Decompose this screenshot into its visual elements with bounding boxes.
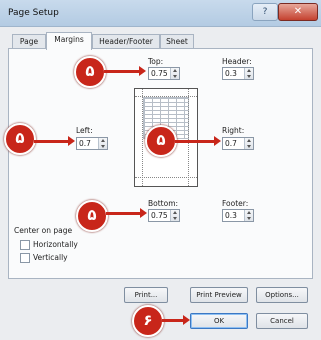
bottom-label: Bottom:: [148, 199, 179, 208]
right-arrow-icon: [175, 136, 221, 146]
dialog-title: Page Setup: [8, 8, 59, 18]
cancel-button[interactable]: Cancel: [256, 313, 308, 329]
tab-header-footer[interactable]: Header/Footer: [92, 34, 160, 49]
bottom-arrow-icon: [106, 208, 147, 218]
footer-margin-value[interactable]: 0.3: [225, 210, 237, 221]
bottom-margin-spinner[interactable]: 0.75: [148, 209, 180, 222]
right-label: Right:: [222, 126, 245, 135]
spinner-arrows-icon[interactable]: [170, 68, 179, 79]
vertically-checkbox[interactable]: [20, 253, 30, 263]
right-margin-value[interactable]: 0.7: [225, 138, 237, 149]
horizontally-label[interactable]: Horizontally: [33, 240, 78, 249]
horizontally-checkbox[interactable]: [20, 240, 30, 250]
top-arrow-icon: [104, 66, 146, 76]
left-margin-spinner[interactable]: 0.7: [76, 137, 108, 150]
step-5-badge-bottom: ۵: [76, 200, 108, 232]
spinner-arrows-icon[interactable]: [244, 68, 253, 79]
bottom-margin-value[interactable]: 0.75: [151, 210, 168, 221]
step-5-badge-left: ۵: [4, 123, 36, 155]
step-6-badge: ۶: [132, 305, 164, 337]
tab-margins[interactable]: Margins: [46, 32, 92, 50]
left-label: Left:: [76, 126, 93, 135]
header-margin-spinner[interactable]: 0.3: [222, 67, 254, 80]
ok-arrow-icon: [162, 315, 190, 325]
top-label: Top:: [148, 57, 164, 66]
spinner-arrows-icon[interactable]: [244, 210, 253, 221]
left-arrow-icon: [34, 136, 75, 146]
print-preview-button[interactable]: Print Preview: [190, 287, 248, 303]
footer-label: Footer:: [222, 199, 249, 208]
top-margin-spinner[interactable]: 0.75: [148, 67, 180, 80]
preview-left-guide: [142, 89, 143, 186]
step-5-badge-top: ۵: [74, 56, 106, 88]
spinner-arrows-icon[interactable]: [244, 138, 253, 149]
spinner-arrows-icon[interactable]: [170, 210, 179, 221]
footer-margin-spinner[interactable]: 0.3: [222, 209, 254, 222]
spinner-arrows-icon[interactable]: [98, 138, 107, 149]
preview-right-guide: [188, 89, 189, 186]
page-setup-dialog: Page Setup ? ✕ Page Margins Header/Foote…: [0, 0, 321, 340]
left-margin-value[interactable]: 0.7: [79, 138, 91, 149]
center-on-page-heading: Center on page: [14, 226, 73, 235]
help-button[interactable]: ?: [252, 3, 278, 21]
title-bar: Page Setup ? ✕: [0, 0, 321, 27]
top-margin-value[interactable]: 0.75: [151, 68, 168, 79]
vertically-label[interactable]: Vertically: [33, 253, 68, 262]
tab-page[interactable]: Page: [12, 34, 46, 49]
right-margin-spinner[interactable]: 0.7: [222, 137, 254, 150]
step-5-badge-right: ۵: [145, 125, 177, 157]
header-label: Header:: [222, 57, 252, 66]
tab-sheet[interactable]: Sheet: [160, 34, 194, 49]
options-button[interactable]: Options...: [256, 287, 308, 303]
header-margin-value[interactable]: 0.3: [225, 68, 237, 79]
print-button[interactable]: Print...: [124, 287, 168, 303]
close-button[interactable]: ✕: [278, 3, 318, 21]
ok-button[interactable]: OK: [190, 313, 248, 329]
